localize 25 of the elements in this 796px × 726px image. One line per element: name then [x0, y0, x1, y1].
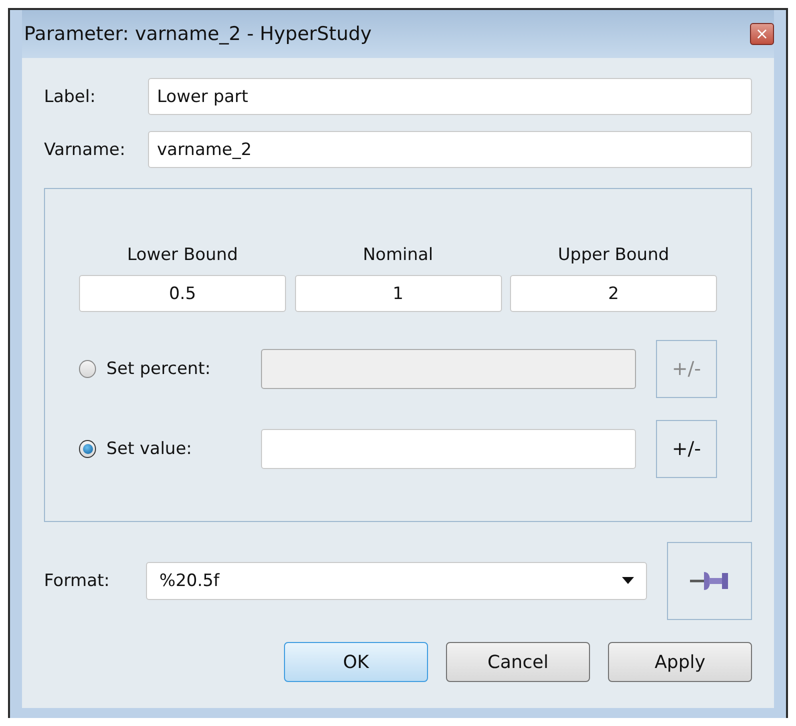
radio-label: Set value:: [106, 439, 193, 459]
column-label: Upper Bound: [558, 245, 670, 265]
plus-minus-button[interactable]: +/-: [656, 420, 717, 478]
radio-button[interactable]: [79, 360, 96, 378]
pin-button[interactable]: [667, 542, 752, 620]
caret-icon: [622, 577, 634, 585]
window-title: Parameter: varname_2 - HyperStudy: [23, 23, 372, 45]
field-label: Label:: [44, 86, 97, 106]
column-label: Nominal: [362, 245, 434, 265]
column-label: Lower Bound: [127, 245, 238, 265]
dialog-button[interactable]: Apply: [608, 642, 752, 682]
radio-label: Set percent:: [106, 359, 212, 379]
number-field[interactable]: 0.5: [79, 275, 286, 312]
dialog-button[interactable]: Cancel: [446, 642, 590, 682]
number-field[interactable]: 1: [294, 275, 502, 312]
text-field[interactable]: varname_2: [148, 131, 752, 168]
field-label: Varname:: [44, 140, 126, 160]
text-field[interactable]: Lower part: [148, 78, 752, 115]
field-label: Format:: [44, 571, 111, 591]
input-field[interactable]: [260, 349, 636, 389]
radio-button[interactable]: [79, 440, 96, 458]
number-field[interactable]: 2: [510, 275, 717, 312]
format-dropdown[interactable]: %20.5f: [146, 562, 648, 600]
dialog-button[interactable]: OK: [284, 642, 428, 682]
input-field[interactable]: [260, 429, 636, 469]
